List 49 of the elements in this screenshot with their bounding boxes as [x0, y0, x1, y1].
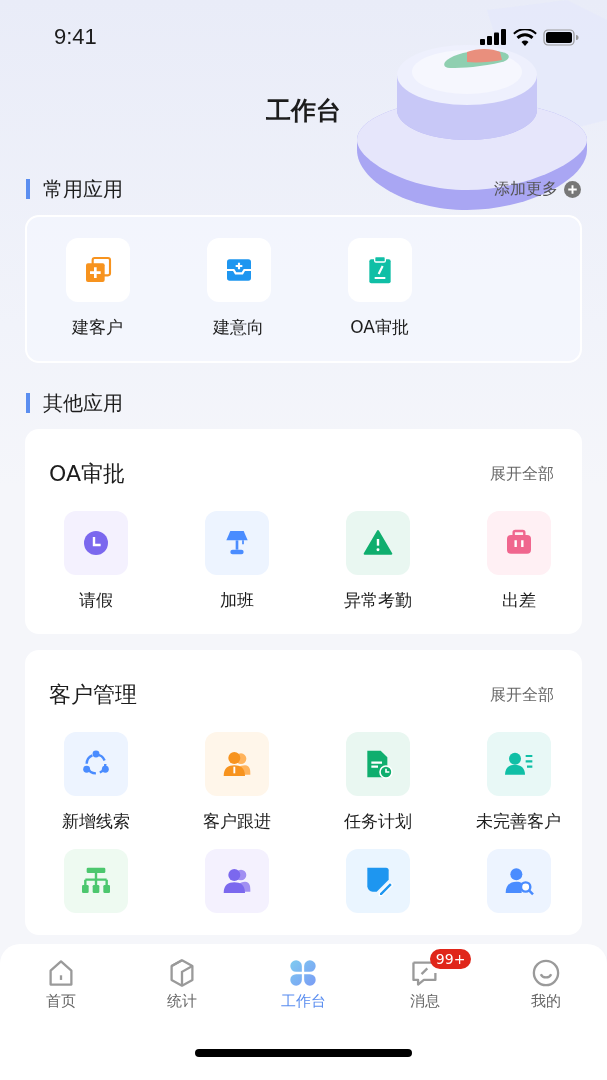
expand-all-link[interactable]: 展开全部 — [490, 684, 554, 706]
app-label: 建客户 — [72, 316, 123, 339]
app-tile[interactable] — [206, 238, 271, 302]
app-label: 异常考勤 — [343, 589, 412, 612]
four-petal-icon — [288, 958, 319, 988]
app-label: 建意向 — [213, 316, 264, 339]
app-tile[interactable] — [486, 732, 551, 796]
tab-item[interactable]: 99+ 消息 — [374, 946, 475, 1011]
app-tile[interactable] — [486, 849, 551, 913]
app-tile[interactable] — [204, 511, 269, 575]
app-label: 客户跟进 — [202, 810, 271, 833]
app-tile[interactable] — [347, 238, 412, 302]
add-more-text: 添加更多 — [494, 178, 558, 200]
add-icon — [564, 180, 581, 198]
app-label: 请假 — [78, 589, 113, 612]
app-label: 加班 — [219, 589, 254, 612]
app-tile[interactable] — [204, 732, 269, 796]
section-title: 其他应用 — [43, 391, 123, 415]
tab-item[interactable]: 我的 — [496, 946, 597, 1011]
app-tile[interactable] — [345, 849, 410, 913]
wifi-icon — [513, 28, 537, 46]
tab-item[interactable]: 统计 — [132, 946, 233, 1011]
app-tile[interactable] — [63, 732, 128, 796]
add-more-link[interactable]: 添加更多 — [494, 178, 581, 200]
app-tile[interactable] — [63, 849, 128, 913]
card-title: 客户管理 — [49, 681, 137, 709]
page-title: 工作台 — [266, 95, 341, 127]
app-tile[interactable] — [63, 511, 128, 575]
app-tile[interactable] — [204, 849, 269, 913]
app-tile[interactable] — [65, 238, 130, 302]
card-title: OA审批 — [49, 460, 125, 488]
app-tile[interactable] — [345, 732, 410, 796]
app-tile[interactable] — [486, 511, 551, 575]
section-title: 常用应用 — [43, 177, 123, 201]
app-label: 任务计划 — [343, 810, 412, 833]
wave-shape-drawing — [444, 49, 509, 68]
battery-icon — [543, 28, 579, 46]
app-label: 未完善客户 — [476, 810, 561, 833]
app-label: OA审批 — [350, 316, 409, 339]
app-tile[interactable] — [345, 511, 410, 575]
app-label: 出差 — [501, 589, 536, 612]
status-time: 9:41 — [54, 24, 97, 50]
signal-icon — [480, 29, 507, 45]
app-label: 新增线索 — [61, 810, 130, 833]
tab-item[interactable]: 工作台 — [253, 946, 354, 1011]
unread-badge: 99+ — [429, 949, 472, 969]
expand-all-link[interactable]: 展开全部 — [490, 463, 554, 485]
smile-icon — [531, 958, 562, 988]
tab-item[interactable]: 首页 — [10, 946, 111, 1011]
